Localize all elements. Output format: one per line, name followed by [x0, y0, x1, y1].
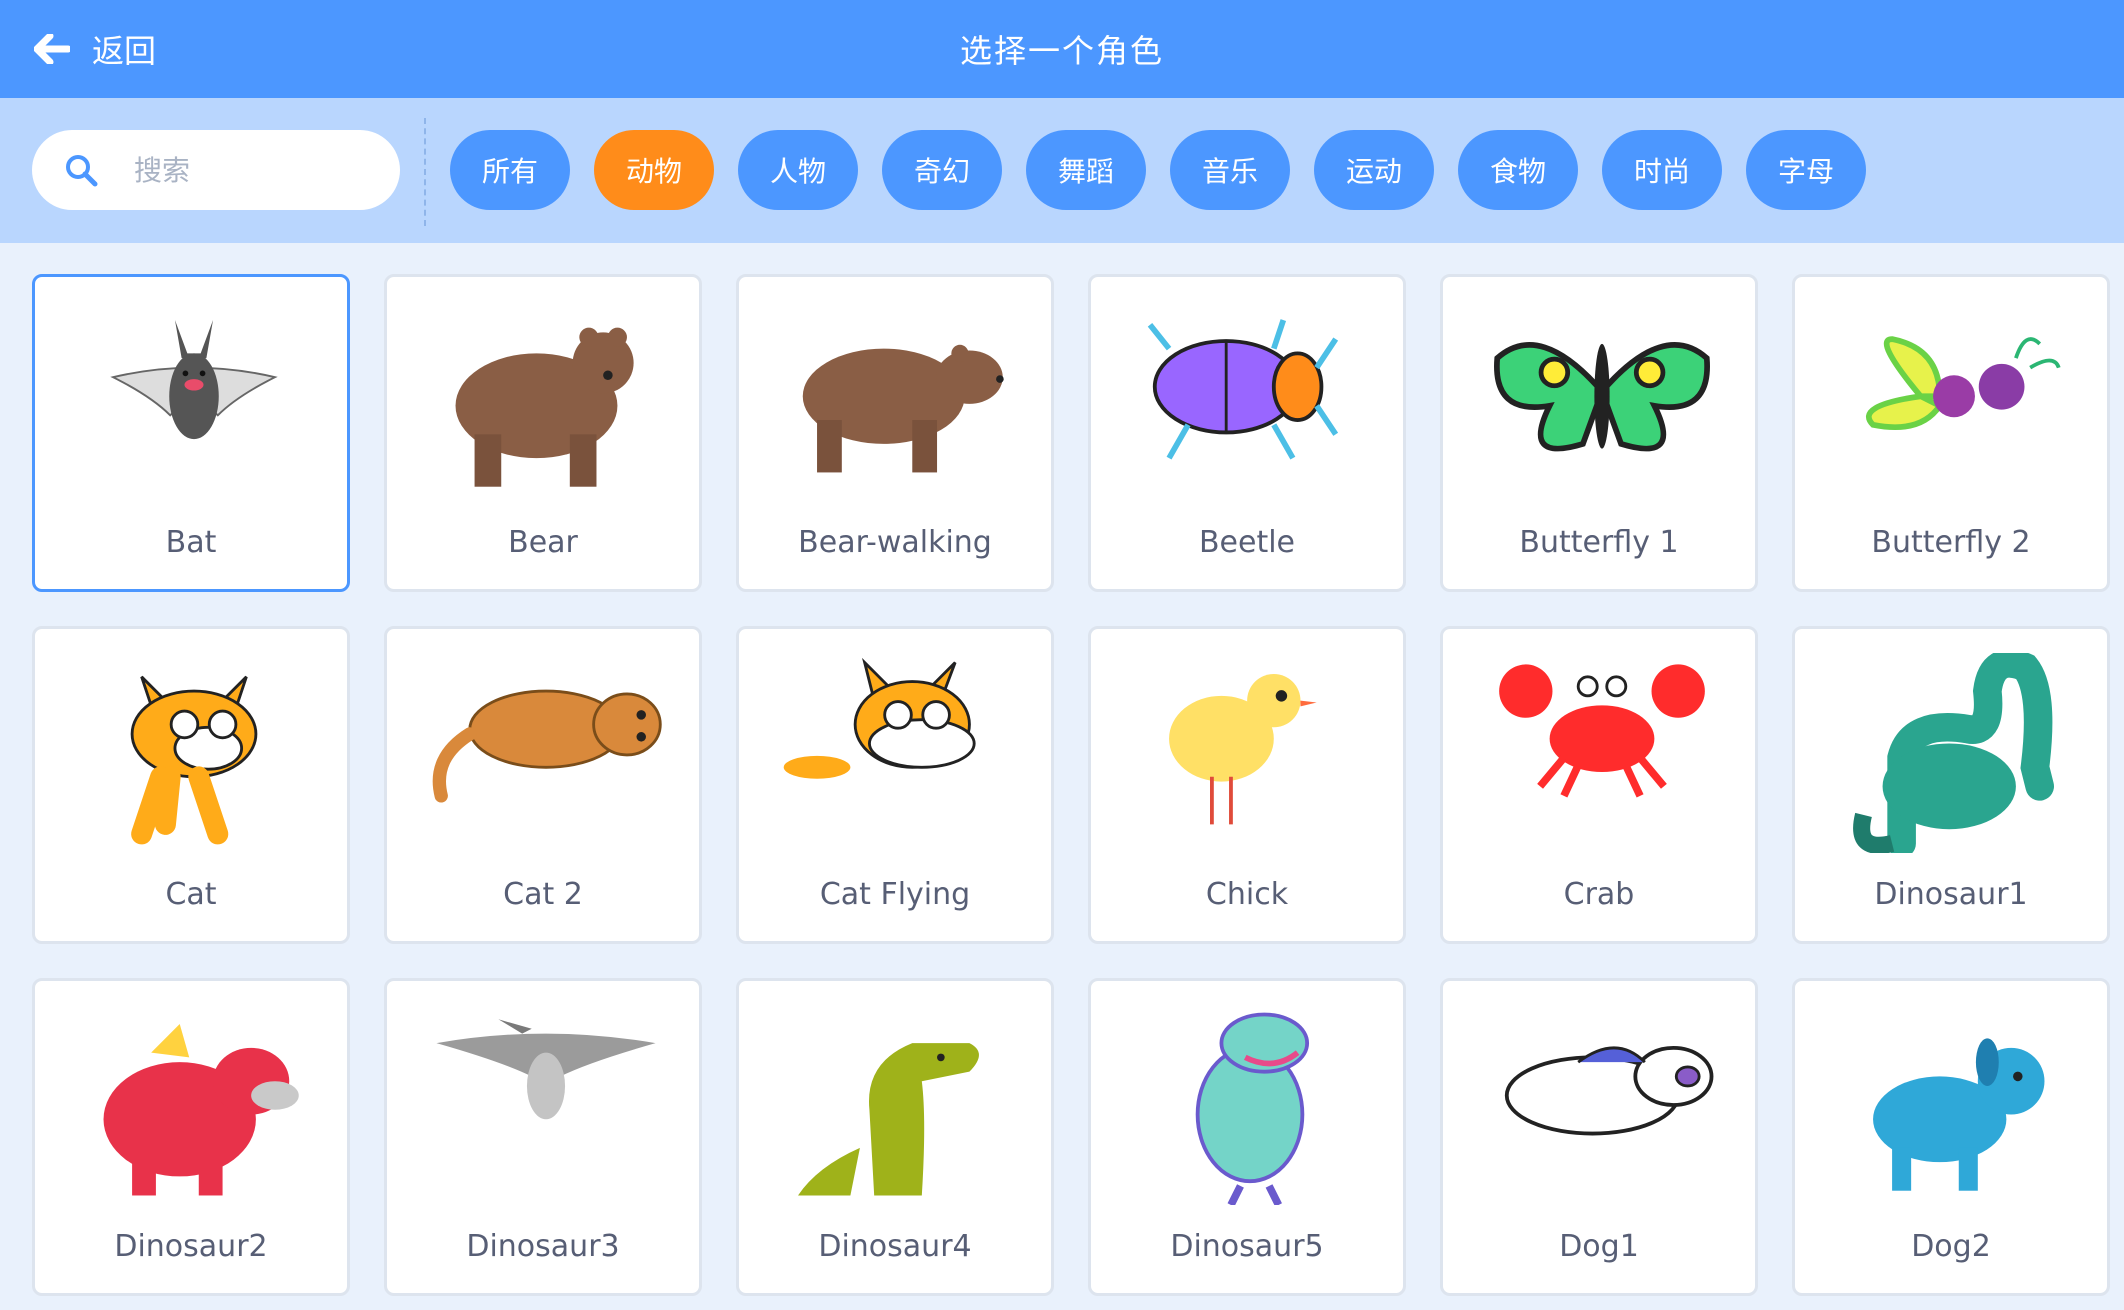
tag-button[interactable]: 人物 — [738, 130, 858, 210]
sprite-card[interactable]: Dog2 — [1792, 978, 2110, 1296]
sprite-name: Dinosaur5 — [1170, 1229, 1324, 1264]
bear-icon — [455, 327, 634, 487]
dog2-icon — [1873, 1038, 2045, 1191]
sprite-name: Cat — [165, 877, 217, 912]
cat2-icon — [432, 689, 662, 803]
sprite-name: Dog2 — [1911, 1229, 1991, 1264]
sprite-name: Dinosaur1 — [1874, 877, 2028, 912]
butterfly2-icon — [1866, 336, 2061, 431]
tag-button[interactable]: 时尚 — [1602, 130, 1722, 210]
sprite-card[interactable]: Cat 2 — [384, 626, 702, 944]
sprite-grid: Bat Bear Bear-walking Beetle Butterfly 1… — [32, 274, 2110, 1296]
sprite-name: Dinosaur4 — [818, 1229, 972, 1264]
sprite-name: Butterfly 2 — [1871, 525, 2031, 560]
search-box[interactable] — [32, 130, 400, 210]
sprite-name: Dog1 — [1559, 1229, 1639, 1264]
butterfly1-icon — [1494, 342, 1710, 452]
sprite-card[interactable]: Beetle — [1088, 274, 1406, 592]
crab-icon — [1499, 664, 1705, 798]
sprite-name: Crab — [1563, 877, 1635, 912]
sprite-card[interactable]: Bat — [32, 274, 350, 592]
dinosaur1-icon — [1853, 653, 2054, 853]
divider — [424, 118, 426, 226]
sprite-card[interactable]: Crab — [1440, 626, 1758, 944]
dinosaur2-icon — [103, 1024, 299, 1196]
sprite-name: Bat — [165, 525, 217, 560]
tag-button[interactable]: 奇幻 — [882, 130, 1002, 210]
dinosaur5-icon — [1195, 1012, 1310, 1205]
sprite-name: Bear-walking — [798, 525, 992, 560]
dinosaur4-icon — [798, 1043, 979, 1196]
sprite-card[interactable]: Bear — [384, 274, 702, 592]
sprite-name: Dinosaur3 — [466, 1229, 620, 1264]
search-icon — [66, 155, 98, 187]
sprite-name: Butterfly 1 — [1519, 525, 1679, 560]
sprite-card[interactable]: Dinosaur3 — [384, 978, 702, 1296]
tag-button[interactable]: 食物 — [1458, 130, 1578, 210]
dinosaur3-icon — [436, 1019, 656, 1120]
cat-flying-icon — [783, 657, 976, 779]
sprite-name: Dinosaur2 — [114, 1229, 268, 1264]
sprite-card[interactable]: Butterfly 2 — [1792, 274, 2110, 592]
sprite-card[interactable]: Cat Flying — [736, 626, 1054, 944]
sprite-card[interactable]: Dog1 — [1440, 978, 1758, 1296]
filter-bar: 所有动物人物奇幻舞蹈音乐运动食物时尚字母 — [0, 98, 2124, 243]
sprite-name: Chick — [1205, 877, 1289, 912]
dog1-icon — [1504, 1045, 1714, 1136]
tag-button[interactable]: 舞蹈 — [1026, 130, 1146, 210]
tag-button[interactable]: 所有 — [450, 130, 570, 210]
sprite-name: Cat Flying — [819, 877, 971, 912]
bat-icon — [110, 320, 278, 440]
tag-button[interactable]: 运动 — [1314, 130, 1434, 210]
header-bar: 返回 选择一个角色 — [0, 0, 2124, 98]
search-input[interactable] — [132, 152, 376, 188]
beetle-icon — [1147, 319, 1339, 460]
chick-icon — [1169, 673, 1317, 825]
sprite-name: Beetle — [1198, 525, 1296, 560]
sprite-card[interactable]: Cat — [32, 626, 350, 944]
sprite-card[interactable]: Bear-walking — [736, 274, 1054, 592]
sprite-card[interactable]: Dinosaur1 — [1792, 626, 2110, 944]
sprite-card[interactable]: Butterfly 1 — [1440, 274, 1758, 592]
bear-walking-icon — [802, 344, 1004, 473]
sprite-card[interactable]: Dinosaur4 — [736, 978, 1054, 1296]
cat-icon — [130, 675, 258, 845]
tag-button[interactable]: 音乐 — [1170, 130, 1290, 210]
tag-button[interactable]: 字母 — [1746, 130, 1866, 210]
sprite-name: Bear — [508, 525, 578, 560]
page-title: 选择一个角色 — [959, 32, 1164, 70]
sprite-card[interactable]: Dinosaur2 — [32, 978, 350, 1296]
tag-button[interactable]: 动物 — [594, 130, 714, 210]
tag-list: 所有 动物 人物 奇幻 舞蹈 音乐 运动 食物 时尚 字母 — [450, 130, 1866, 210]
sprite-name: Cat 2 — [503, 877, 583, 912]
sprite-card[interactable]: Dinosaur5 — [1088, 978, 1406, 1296]
sprite-card[interactable]: Chick — [1088, 626, 1406, 944]
